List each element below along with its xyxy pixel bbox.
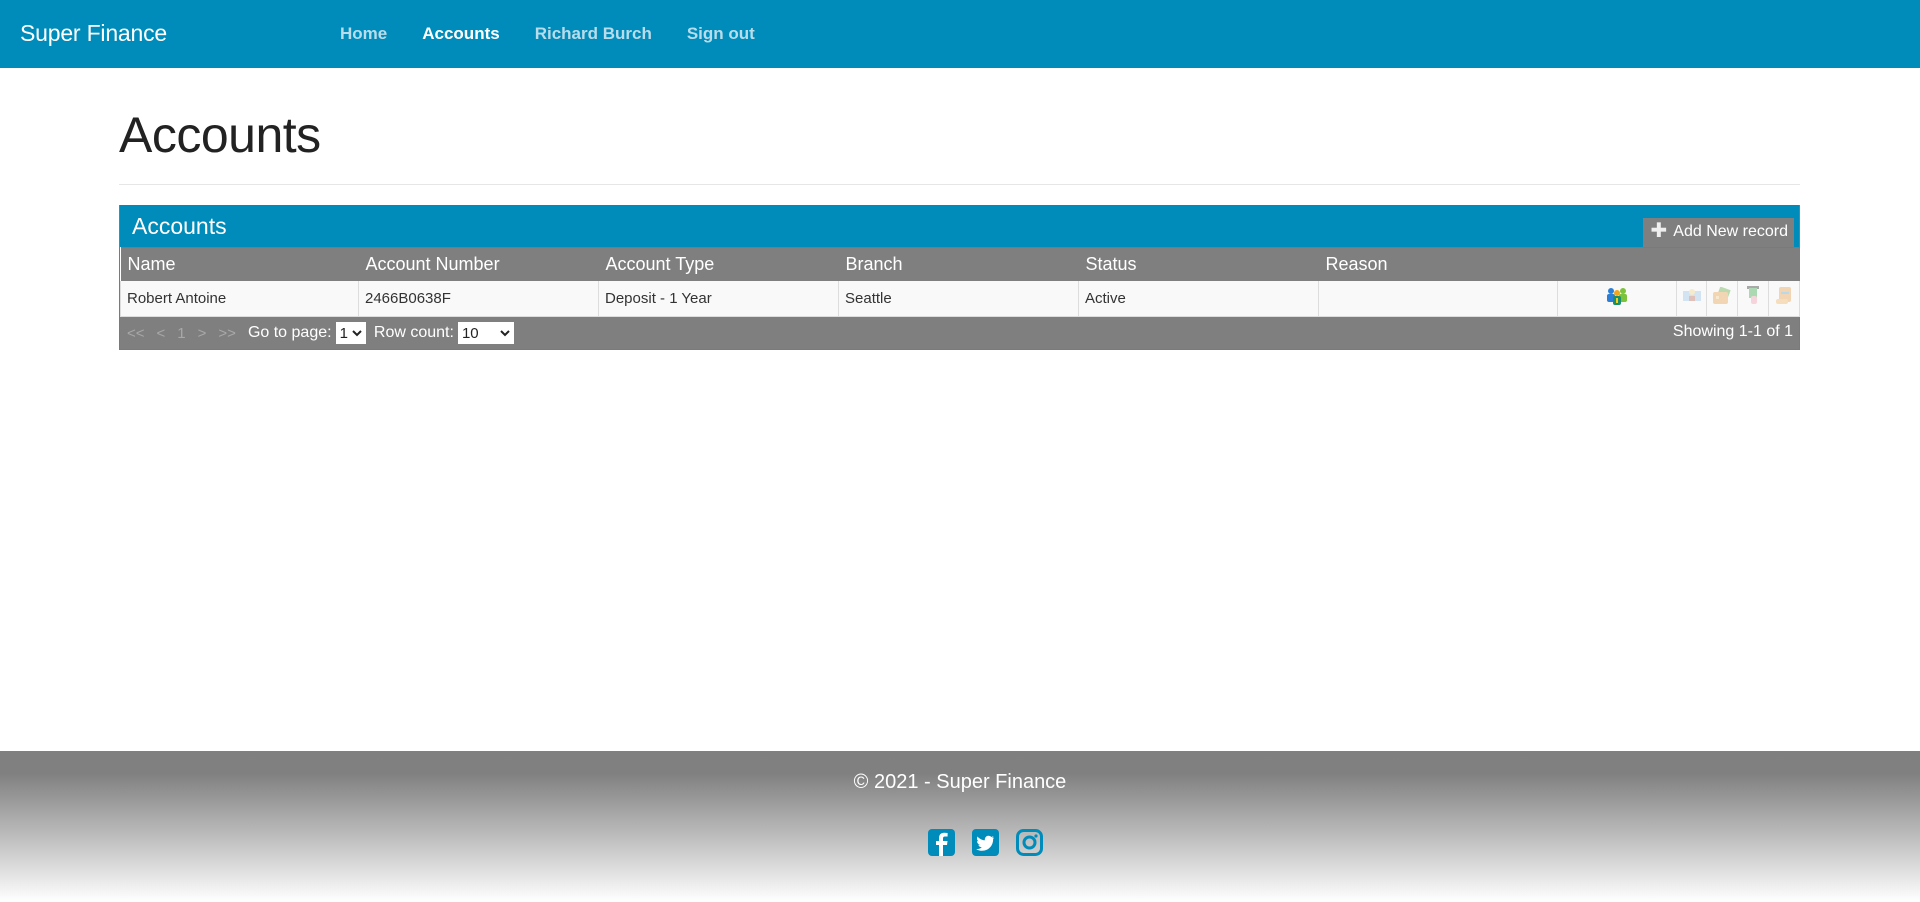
column-header-action-3 <box>1706 247 1738 281</box>
cell-account-number: 2466B0638F <box>358 280 599 317</box>
page-footer: © 2021 - Super Finance <box>0 751 1920 902</box>
table-pager: << < 1 > >> Go to page: 1 Row count: 10 … <box>120 317 1799 349</box>
add-new-record-button[interactable]: ✚ Add New record <box>1642 218 1794 247</box>
chevron-down-icon <box>352 329 362 337</box>
brand-logo[interactable]: Super Finance <box>20 20 167 47</box>
goto-page-value: 1 <box>339 324 348 342</box>
column-header-actions <box>1557 247 1677 281</box>
customers-action[interactable] <box>1557 280 1677 317</box>
row-count-select[interactable]: 10 <box>457 322 514 344</box>
table-title-bar: Accounts ✚ Add New record <box>120 205 1799 247</box>
statement-action[interactable] <box>1768 280 1800 317</box>
atm-card-action[interactable] <box>1737 280 1769 317</box>
nav-home[interactable]: Home <box>340 24 387 44</box>
cell-account-type: Deposit - 1 Year <box>598 280 839 317</box>
cell-branch: Seattle <box>838 280 1079 317</box>
column-header-status[interactable]: Status <box>1078 247 1319 281</box>
pager-next-button[interactable]: > <box>198 325 207 342</box>
column-header-account-number[interactable]: Account Number <box>358 247 599 281</box>
pager-prev-button[interactable]: < <box>157 325 166 342</box>
column-header-branch[interactable]: Branch <box>838 247 1079 281</box>
divider <box>119 184 1800 185</box>
nav-menu: Home Accounts Richard Burch Sign out <box>340 24 790 44</box>
nav-user-profile[interactable]: Richard Burch <box>535 24 652 44</box>
customers-icon <box>1606 286 1628 306</box>
wallet-action[interactable] <box>1706 280 1738 317</box>
chevron-down-icon <box>500 329 510 337</box>
atm-card-icon <box>1745 286 1761 306</box>
row-count-label: Row count: <box>373 324 454 341</box>
plus-icon: ✚ <box>1650 220 1668 242</box>
cell-reason <box>1318 280 1558 317</box>
copyright-text: © 2021 - Super Finance <box>853 771 1067 793</box>
column-header-action-4 <box>1737 247 1769 281</box>
pager-showing-info: Showing 1-1 of 1 <box>1672 323 1793 340</box>
row-count-value: 10 <box>461 324 479 342</box>
nav-sign-out[interactable]: Sign out <box>687 24 755 44</box>
social-links <box>928 829 1043 856</box>
add-new-record-label: Add New record <box>1673 223 1788 240</box>
instagram-icon[interactable] <box>1016 829 1043 856</box>
column-header-action-5 <box>1768 247 1800 281</box>
facebook-icon[interactable] <box>928 829 955 856</box>
cell-name: Robert Antoine <box>120 280 359 317</box>
column-header-name[interactable]: Name <box>120 247 359 281</box>
accounts-table: Accounts ✚ Add New record Name Account N… <box>119 205 1800 350</box>
table-row[interactable]: Robert Antoine 2466B0638F Deposit - 1 Ye… <box>120 280 1800 317</box>
twitter-icon[interactable] <box>972 829 999 856</box>
column-header-action-2 <box>1676 247 1707 281</box>
cell-status: Active <box>1078 280 1319 317</box>
goto-page-label: Go to page: <box>247 324 332 341</box>
table-title: Accounts <box>132 213 227 239</box>
goto-page-select[interactable]: 1 <box>335 322 366 344</box>
bank-action[interactable] <box>1676 280 1707 317</box>
pager-last-button[interactable]: >> <box>218 325 236 342</box>
navbar: Super Finance Home Accounts Richard Burc… <box>0 0 1920 68</box>
pager-page-1[interactable]: 1 <box>177 325 185 342</box>
pager-first-button[interactable]: << <box>127 325 145 342</box>
table-header-row: Name Account Number Account Type Branch … <box>120 247 1800 281</box>
page-title: Accounts <box>119 107 321 163</box>
wallet-icon <box>1712 287 1732 305</box>
nav-accounts[interactable]: Accounts <box>422 24 499 44</box>
statement-scroll-icon <box>1775 286 1793 306</box>
column-header-reason[interactable]: Reason <box>1318 247 1558 281</box>
column-header-account-type[interactable]: Account Type <box>598 247 839 281</box>
accounts-grid: Name Account Number Account Type Branch … <box>120 247 1800 317</box>
bank-icon <box>1682 287 1702 305</box>
